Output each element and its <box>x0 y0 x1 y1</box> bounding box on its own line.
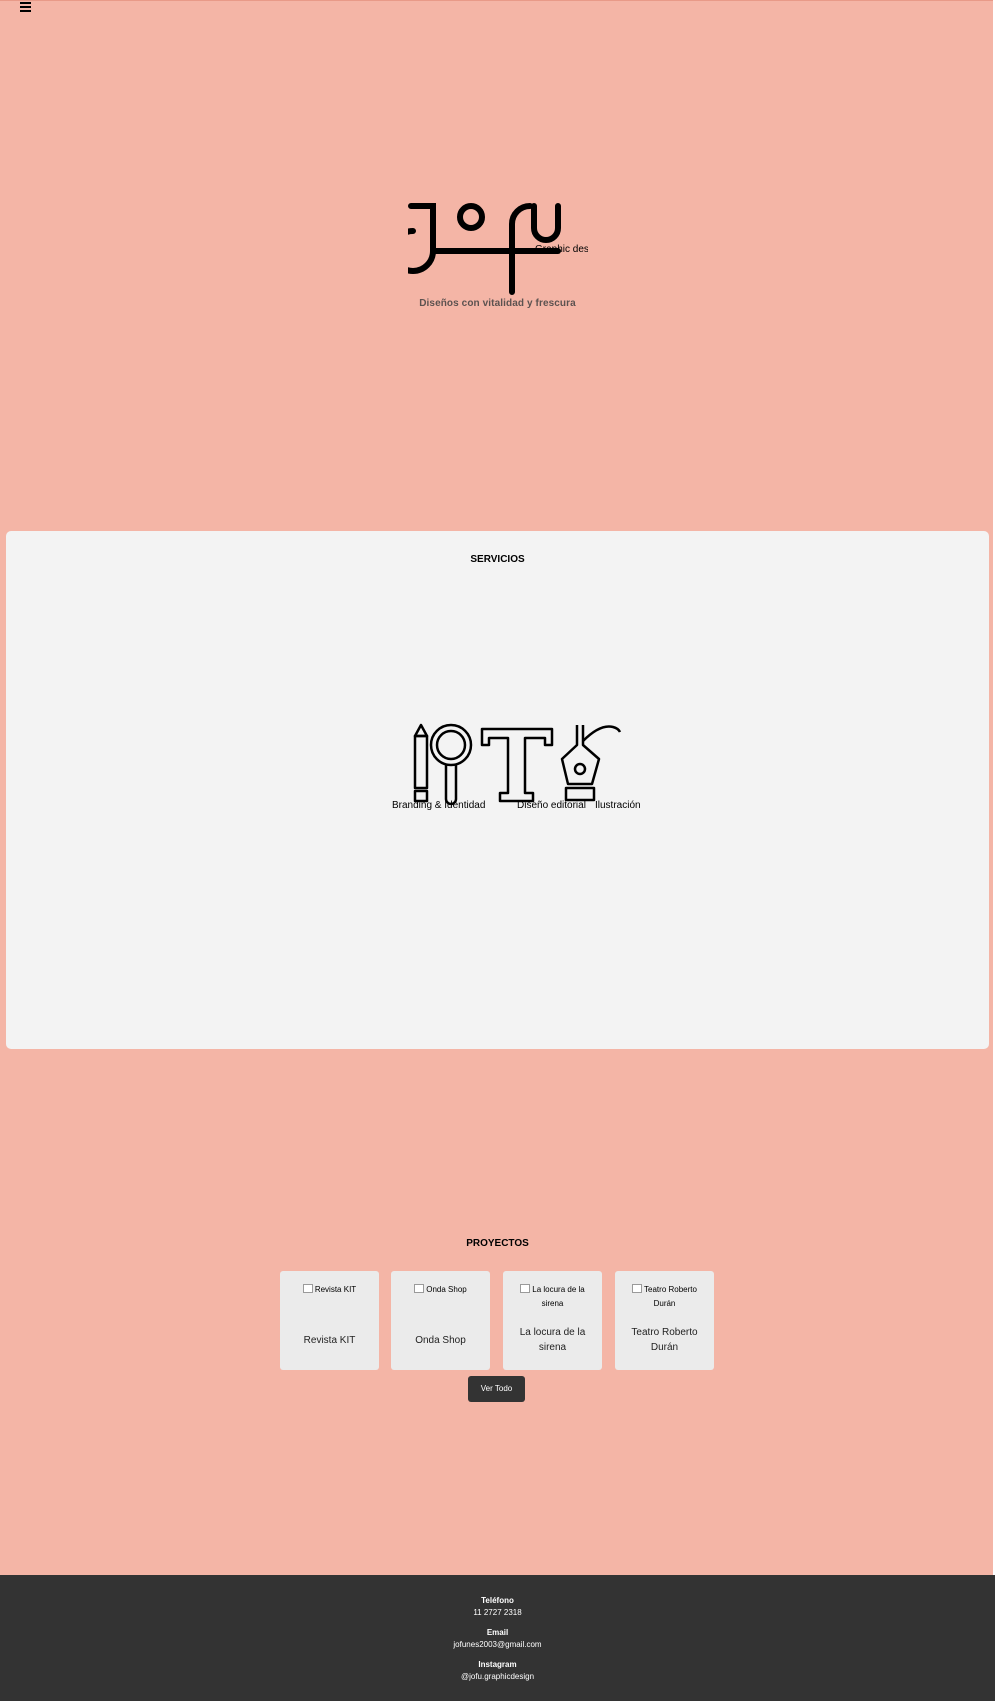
services-icons <box>405 711 625 811</box>
project-name: La locura de la sirena <box>519 1327 586 1353</box>
project-image: Onda Shop <box>398 1283 483 1323</box>
logo-subtitle: Graphic design <box>535 244 588 255</box>
instagram-value[interactable]: @jofu.graphicdesign <box>0 1672 995 1681</box>
email-label: Email <box>486 1628 509 1637</box>
project-image: Teatro Roberto Durán <box>622 1283 707 1323</box>
project-card-revista-kit[interactable]: Revista KIT Revista KIT <box>280 1271 379 1370</box>
pencil-icon <box>413 723 429 803</box>
project-card-la-locura-de-la-sirena[interactable]: La locura de la sirena La locura de la s… <box>503 1271 602 1370</box>
pen-nib-icon <box>560 725 622 802</box>
letter-t-icon <box>480 727 554 803</box>
projects-title: PROYECTOS <box>466 1238 529 1249</box>
broken-image-icon <box>632 1284 643 1293</box>
service-branding-label: Branding & Identidad <box>392 800 486 811</box>
broken-image-icon <box>302 1284 313 1293</box>
project-name: Teatro Roberto Durán <box>631 1327 698 1353</box>
footer: Teléfono 11 2727 2318 Email jofunes2003@… <box>0 1575 995 1701</box>
magnifier-icon <box>429 723 473 806</box>
broken-image-icon <box>520 1284 531 1293</box>
service-illustration-label: Ilustración <box>595 800 641 811</box>
hero-section: Graphic design Diseños con vitalidad y f… <box>0 0 995 530</box>
services-section: SERVICIOS Branding & Identidad Diseño ed… <box>6 531 989 1049</box>
broken-image-icon <box>414 1284 425 1293</box>
project-name: Onda Shop <box>415 1335 466 1346</box>
project-card-teatro-roberto-duran[interactable]: Teatro Roberto Durán Teatro Roberto Durá… <box>615 1271 714 1370</box>
service-editorial-label: Diseño editorial <box>517 800 586 811</box>
project-image: La locura de la sirena <box>510 1283 595 1323</box>
project-name: Revista KIT <box>303 1335 356 1346</box>
phone-value[interactable]: 11 2727 2318 <box>0 1608 995 1617</box>
project-card-onda-shop[interactable]: Onda Shop Onda Shop <box>391 1271 490 1370</box>
project-image: Revista KIT <box>287 1283 372 1323</box>
instagram-label: Instagram <box>478 1660 517 1669</box>
email-value[interactable]: jofunes2003@gmail.com <box>0 1640 995 1649</box>
tagline: Diseños con vitalidad y frescura <box>419 298 576 309</box>
phone-label: Teléfono <box>481 1596 514 1605</box>
services-title: SERVICIOS <box>470 554 525 565</box>
view-all-button[interactable]: Ver Todo <box>468 1376 525 1402</box>
jofu-logo: Graphic design <box>408 196 588 296</box>
